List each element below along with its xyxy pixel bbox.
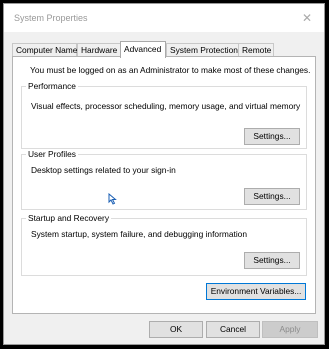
environment-variables-button[interactable]: Environment Variables... (206, 283, 306, 300)
startup-recovery-description: System startup, system failure, and debu… (31, 229, 247, 239)
cancel-button[interactable]: Cancel (206, 321, 260, 338)
startup-recovery-group: Startup and Recovery System startup, sys… (21, 213, 307, 276)
system-properties-window: System Properties ✕ Computer Name Hardwa… (3, 3, 325, 345)
user-profiles-title: User Profiles (26, 149, 78, 159)
tab-remote[interactable]: Remote (238, 43, 274, 56)
tab-system-protection[interactable]: System Protection (166, 43, 239, 56)
admin-notice: You must be logged on as an Administrato… (30, 65, 311, 75)
performance-title: Performance (26, 81, 78, 91)
performance-settings-button[interactable]: Settings... (244, 128, 300, 145)
tab-hardware[interactable]: Hardware (77, 43, 121, 56)
mouse-pointer-icon (108, 193, 117, 205)
user-profiles-description: Desktop settings related to your sign-in (31, 165, 176, 175)
startup-recovery-settings-button[interactable]: Settings... (244, 252, 300, 269)
close-icon[interactable]: ✕ (298, 9, 316, 27)
title-bar[interactable]: System Properties ✕ (4, 4, 324, 32)
advanced-panel: You must be logged on as an Administrato… (12, 56, 316, 314)
performance-description: Visual effects, processor scheduling, me… (31, 101, 301, 111)
window-title: System Properties (14, 13, 88, 23)
startup-recovery-title: Startup and Recovery (26, 213, 112, 223)
apply-button[interactable]: Apply (262, 321, 318, 338)
performance-group: Performance Visual effects, processor sc… (21, 81, 307, 149)
tab-advanced[interactable]: Advanced (120, 41, 166, 58)
user-profiles-group: User Profiles Desktop settings related t… (21, 149, 307, 210)
ok-button[interactable]: OK (149, 321, 203, 338)
user-profiles-settings-button[interactable]: Settings... (244, 188, 300, 205)
tab-computer-name[interactable]: Computer Name (12, 43, 77, 56)
